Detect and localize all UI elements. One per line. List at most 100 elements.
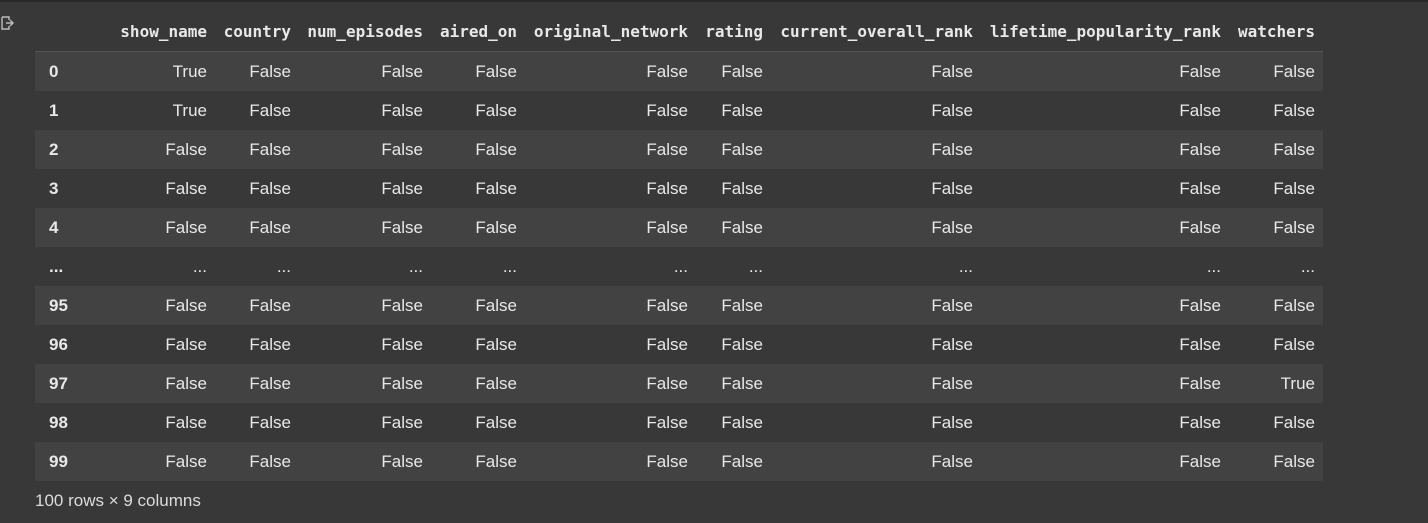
table-cell: False [721, 373, 763, 393]
table-row: 1 True False False False False False False False… [35, 91, 1323, 130]
table-cell: ... [673, 256, 688, 276]
table-cell: False [931, 100, 973, 120]
table-cell: False [721, 100, 763, 120]
table-cell: False [249, 295, 291, 315]
table-cell: False [1273, 178, 1315, 198]
table-cell: False [931, 139, 973, 159]
table-cell: False [381, 100, 423, 120]
table-cell: ... [276, 256, 291, 276]
table-cell: False [931, 217, 973, 237]
row-index: 3 [49, 178, 59, 198]
dataframe-output: show_name country num_episodes aired_on … [35, 11, 1323, 481]
table-row: 96 False False False False False False False Fal… [35, 325, 1323, 364]
table-body: 0 True False False False False False False False… [35, 51, 1323, 481]
table-cell: False [1179, 178, 1221, 198]
table-cell: False [931, 412, 973, 432]
table-cell: ... [958, 256, 973, 276]
table-cell: False [1179, 139, 1221, 159]
table-cell: False [381, 139, 423, 159]
table-cell: False [475, 217, 517, 237]
table-cell: False [249, 61, 291, 81]
table-cell: False [165, 412, 207, 432]
table-cell: False [646, 178, 688, 198]
table-cell: False [646, 217, 688, 237]
table-cell: False [931, 61, 973, 81]
table-cell: False [475, 373, 517, 393]
column-header: num_episodes [299, 11, 431, 52]
table-cell: False [165, 295, 207, 315]
row-index: 0 [49, 61, 59, 81]
table-cell: False [1179, 61, 1221, 81]
table-cell: False [475, 61, 517, 81]
column-header: current_overall_rank [771, 11, 981, 52]
table-cell: False [646, 451, 688, 471]
table-cell: False [1179, 295, 1221, 315]
output-arrow-icon[interactable] [0, 14, 14, 32]
table-cell: ... [192, 256, 207, 276]
table-cell: False [249, 373, 291, 393]
table-row: 4 False False False False False False False Fals… [35, 208, 1323, 247]
table-cell: False [931, 334, 973, 354]
table-cell: False [1273, 295, 1315, 315]
row-index: 98 [49, 412, 68, 432]
table-cell: False [165, 451, 207, 471]
table-row: 97 False False False False False False False Fal… [35, 364, 1323, 403]
table-cell: False [475, 412, 517, 432]
table-cell: True [1280, 373, 1315, 393]
table-cell: False [165, 217, 207, 237]
table-cell: False [1273, 412, 1315, 432]
table-cell: False [165, 334, 207, 354]
table-cell: False [721, 61, 763, 81]
table-cell: False [475, 178, 517, 198]
table-cell: False [1179, 412, 1221, 432]
table-row: 3 False False False False False False False Fals… [35, 169, 1323, 208]
table-cell: ... [1206, 256, 1221, 276]
table-cell: False [249, 100, 291, 120]
cell-divider [0, 0, 1428, 2]
table-cell: False [721, 178, 763, 198]
ellipsis-row: .............................. [35, 247, 1323, 286]
table-cell: False [721, 412, 763, 432]
table-cell: False [931, 295, 973, 315]
table-cell: False [249, 178, 291, 198]
table-cell: False [721, 217, 763, 237]
table-cell: False [1273, 217, 1315, 237]
table-cell: False [1273, 334, 1315, 354]
column-header: country [215, 11, 299, 52]
table-cell: False [931, 178, 973, 198]
table-cell: False [475, 100, 517, 120]
table-row: 2 False False False False False False False Fals… [35, 130, 1323, 169]
table-cell: False [1273, 451, 1315, 471]
table-row: 0 True False False False False False False False… [35, 51, 1323, 91]
table-cell: False [646, 61, 688, 81]
row-index: 96 [49, 334, 68, 354]
table-cell: ... [408, 256, 423, 276]
table-cell: False [475, 139, 517, 159]
table-cell: False [931, 373, 973, 393]
row-index: 99 [49, 451, 68, 471]
table-row: 99 False False False False False False False Fal… [35, 442, 1323, 481]
column-header: watchers [1229, 11, 1323, 52]
table-cell: False [381, 334, 423, 354]
table-cell: False [721, 295, 763, 315]
index-header [35, 11, 81, 52]
table-cell: False [1179, 100, 1221, 120]
row-index: ... [49, 256, 64, 276]
table-cell: False [1273, 100, 1315, 120]
row-index: 4 [49, 217, 59, 237]
table-cell: False [646, 334, 688, 354]
table-cell: False [721, 334, 763, 354]
table-cell: False [381, 61, 423, 81]
table-cell: False [249, 451, 291, 471]
row-index: 2 [49, 139, 59, 159]
table-cell: False [1179, 373, 1221, 393]
table-cell: False [721, 139, 763, 159]
table-cell: False [1179, 451, 1221, 471]
table-cell: False [249, 139, 291, 159]
table-cell: ... [1300, 256, 1315, 276]
table-cell: False [165, 139, 207, 159]
column-header: show_name [81, 11, 215, 52]
dataframe-shape-label: 100 rows × 9 columns [35, 491, 201, 510]
table-cell: False [249, 217, 291, 237]
table-cell: False [1273, 61, 1315, 81]
